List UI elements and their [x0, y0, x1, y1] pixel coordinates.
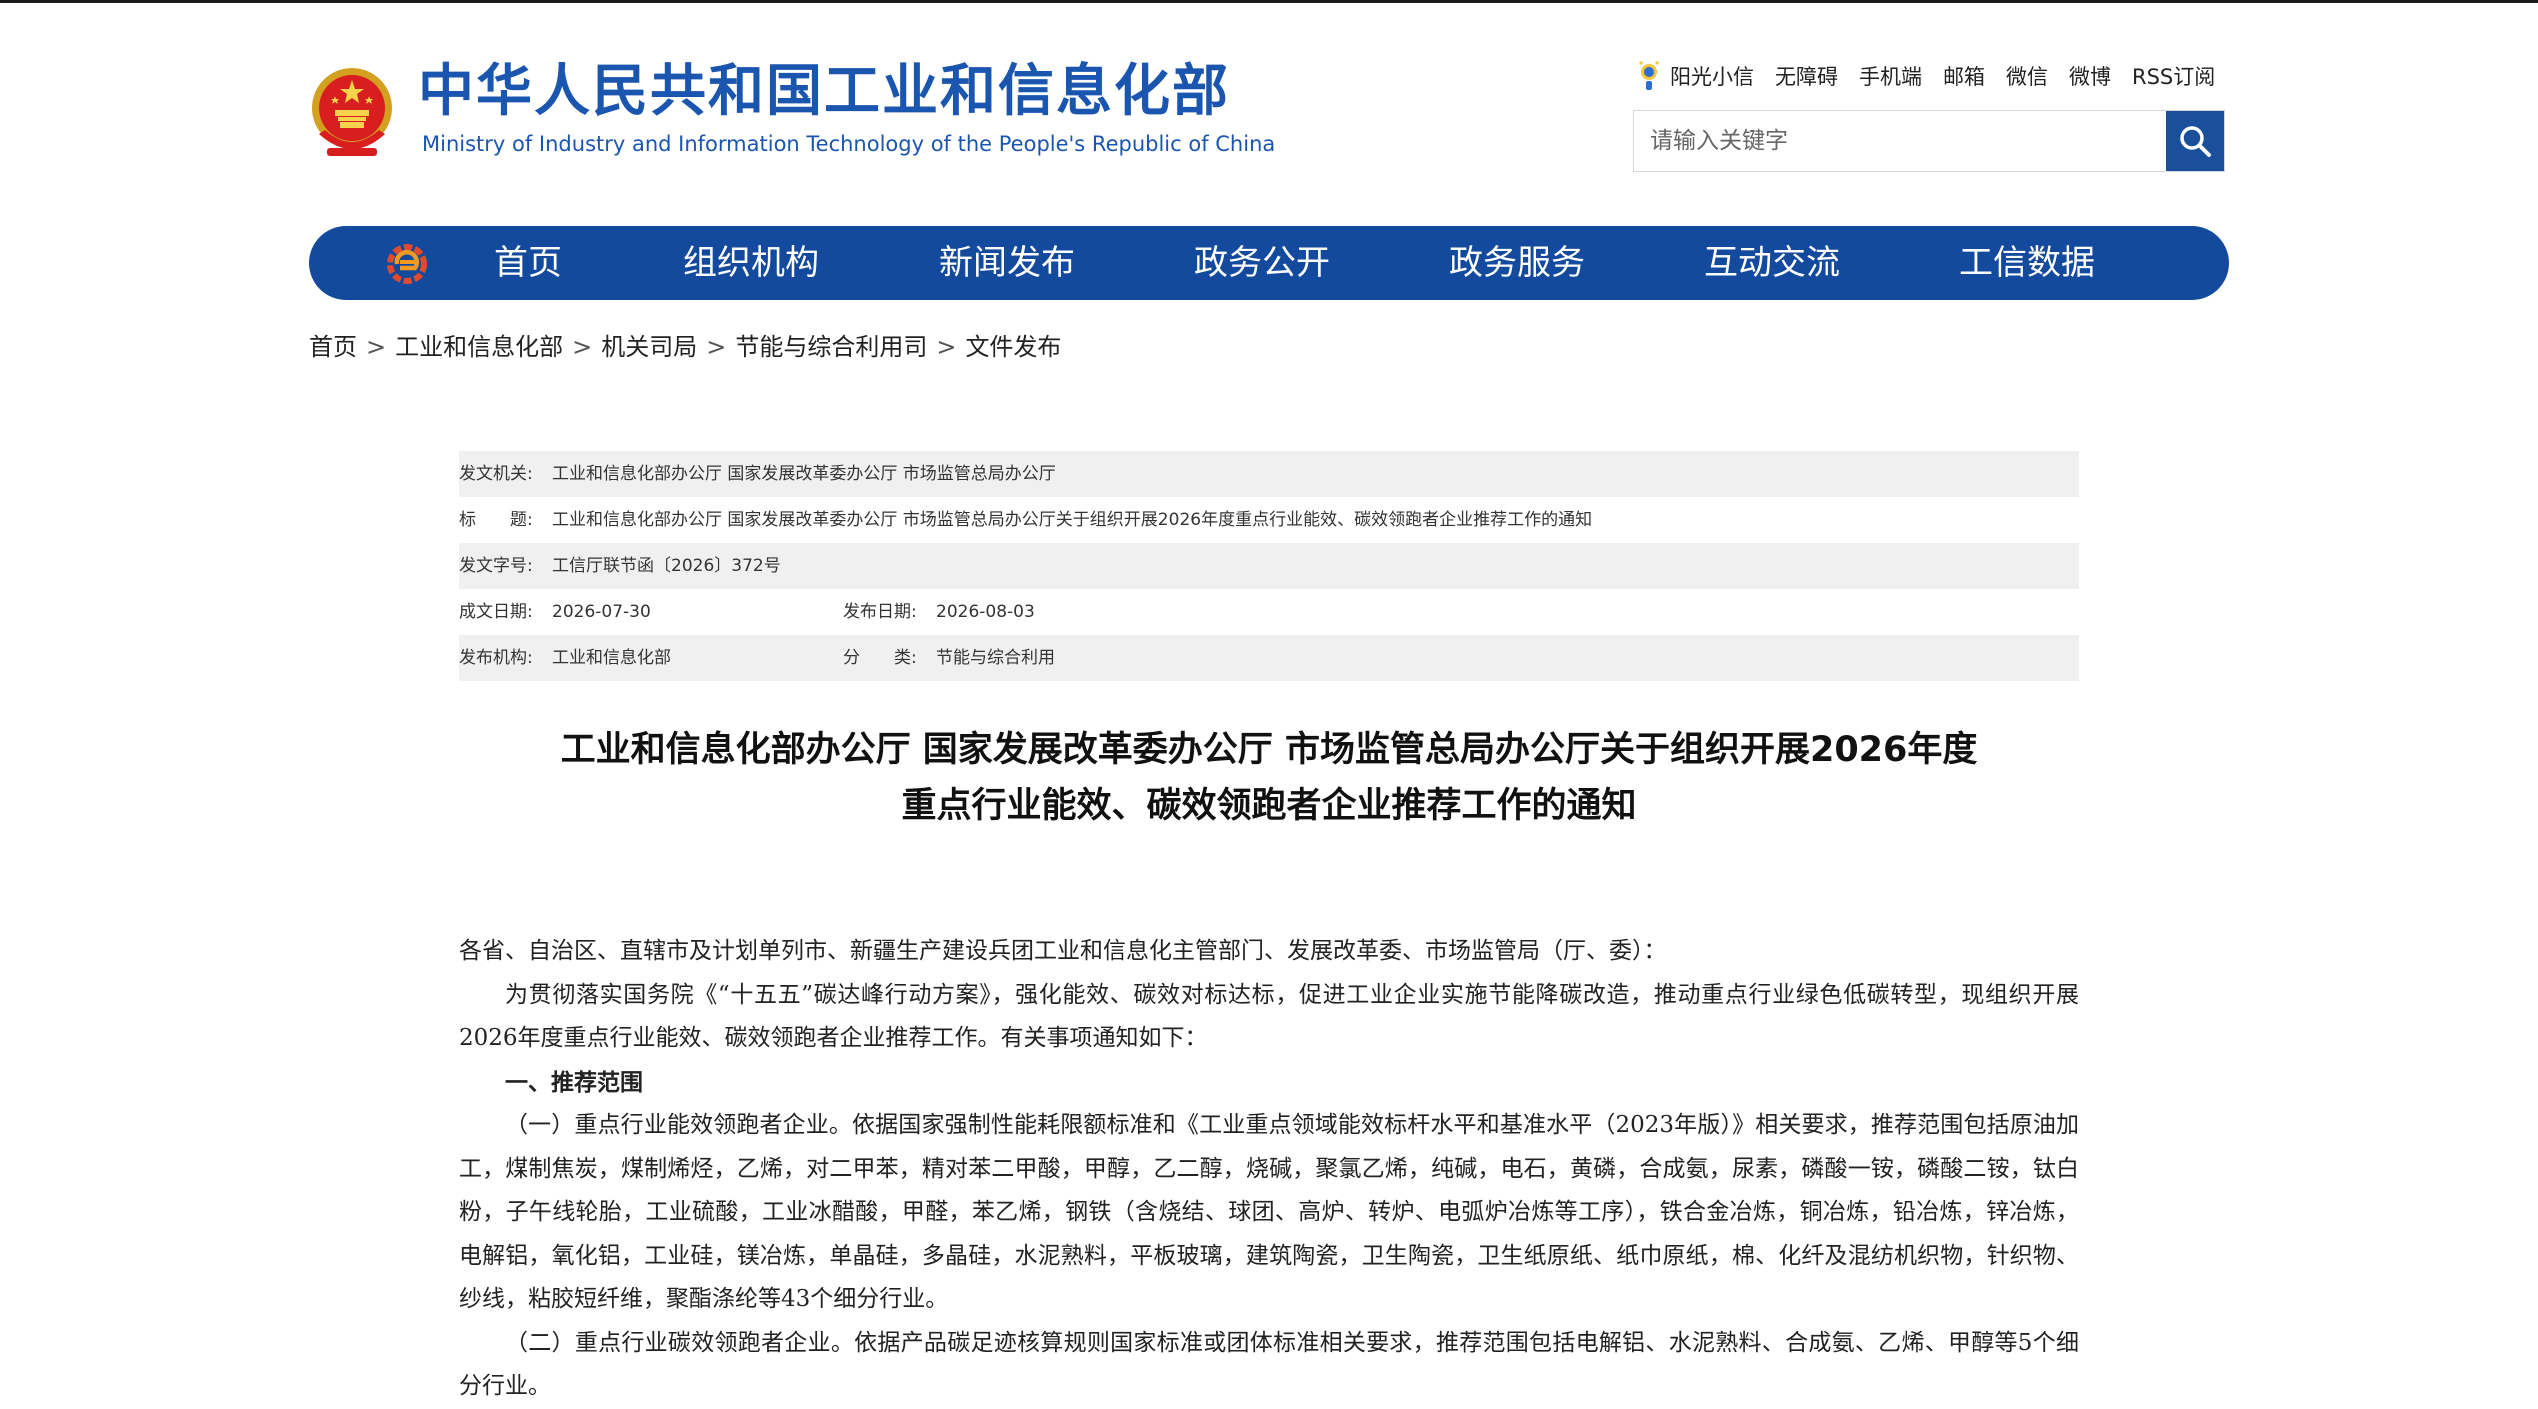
- util-link-wechat[interactable]: 微信: [2006, 61, 2048, 91]
- meta-row-doc-no: 发文字号: 工信厅联节函〔2026〕372号: [459, 543, 2079, 589]
- breadcrumb-departments[interactable]: 机关司局: [601, 333, 697, 361]
- util-link-sunshine[interactable]: 阳光小信: [1670, 61, 1754, 91]
- intro-paragraph: 为贯彻落实国务院《“十五五”碳达峰行动方案》，强化能效、碳效对标达标，促进工业企…: [459, 981, 2079, 1052]
- breadcrumb-separator: >: [936, 333, 957, 361]
- nav-item-services[interactable]: 政务服务: [1449, 226, 1585, 300]
- nav-item-news[interactable]: 新闻发布: [939, 226, 1075, 300]
- search-input[interactable]: [1634, 111, 2196, 171]
- meta-label: 发文字号:: [459, 556, 533, 576]
- breadcrumb-home[interactable]: 首页: [309, 333, 357, 361]
- breadcrumb-separator: >: [706, 333, 727, 361]
- meta-value-written-date: 2026-07-30: [552, 602, 651, 622]
- breadcrumb: 首页 > 工业和信息化部 > 机关司局 > 节能与综合利用司 > 文件发布: [309, 332, 1061, 362]
- search-icon: [2180, 126, 2211, 157]
- breadcrumb-separator: >: [366, 333, 387, 361]
- meta-value-category: 节能与综合利用: [936, 648, 1055, 668]
- body-paragraph: （一）重点行业能效领跑者企业。依据国家强制性能耗限额标准和《工业重点领域能效标杆…: [459, 1112, 2079, 1312]
- meta-value-org: 工业和信息化部: [552, 648, 671, 668]
- util-link-rss[interactable]: RSS订阅: [2132, 61, 2215, 91]
- nav-item-interaction[interactable]: 互动交流: [1704, 226, 1840, 300]
- nav-item-public-affairs[interactable]: 政务公开: [1194, 226, 1330, 300]
- breadcrumb-separator: >: [572, 333, 593, 361]
- site-title-en[interactable]: Ministry of Industry and Information Tec…: [422, 134, 1275, 155]
- util-link-accessibility[interactable]: 无障碍: [1775, 61, 1838, 91]
- sun-mascot-icon: [1639, 61, 1659, 90]
- nav-logo-icon[interactable]: [381, 240, 433, 288]
- document-title-line: 工业和信息化部办公厅 国家发展改革委办公厅 市场监管总局办公厅关于组织开展202…: [560, 730, 1978, 770]
- document-title-line: 重点行业能效、碳效领跑者企业推荐工作的通知: [901, 786, 1637, 826]
- body-paragraph: （二）重点行业碳效领跑者企业。依据产品碳足迹核算规则国家标准或团体标准相关要求，…: [459, 1329, 2079, 1400]
- meta-label: 发布机构:: [459, 648, 533, 668]
- util-link-mail[interactable]: 邮箱: [1943, 61, 1985, 91]
- nav-item-data[interactable]: 工信数据: [1959, 226, 2095, 300]
- nav-item-organization[interactable]: 组织机构: [683, 226, 819, 300]
- meta-label: 发文机关:: [459, 464, 533, 484]
- meta-value-published-date: 2026-08-03: [936, 602, 1035, 622]
- meta-label: 标 题:: [459, 510, 533, 530]
- meta-label: 成文日期:: [459, 602, 533, 622]
- meta-value-doc-no: 工信厅联节函〔2026〕372号: [552, 556, 781, 576]
- site-title-cn[interactable]: 中华人民共和国工业和信息化部: [418, 64, 1230, 120]
- meta-row-dates: 成文日期: 2026-07-30 发布日期: 2026-08-03: [459, 589, 2079, 635]
- document-meta-table: 发文机关: 工业和信息化部办公厅 国家发展改革委办公厅 市场监管总局办公厅 标 …: [459, 451, 2079, 681]
- breadcrumb-ministry[interactable]: 工业和信息化部: [395, 333, 563, 361]
- util-link-mobile[interactable]: 手机端: [1859, 61, 1922, 91]
- meta-label: 发布日期:: [843, 602, 917, 622]
- section-heading: 一、推荐范围: [505, 1068, 643, 1096]
- search-box: [1633, 110, 2225, 172]
- meta-value-issuer: 工业和信息化部办公厅 国家发展改革委办公厅 市场监管总局办公厅: [552, 464, 1056, 484]
- utility-bar: 阳光小信 无障碍 手机端 邮箱 微信 微博 RSS订阅: [1636, 58, 2215, 94]
- top-rule: [0, 0, 2538, 3]
- meta-value-title: 工业和信息化部办公厅 国家发展改革委办公厅 市场监管总局办公厅关于组织开展202…: [552, 510, 1593, 530]
- document-title: 工业和信息化部办公厅 国家发展改革委办公厅 市场监管总局办公厅关于组织开展202…: [459, 722, 2079, 834]
- national-emblem-icon: [312, 68, 392, 156]
- meta-label: 分 类:: [843, 648, 917, 668]
- breadcrumb-documents[interactable]: 文件发布: [965, 333, 1061, 361]
- nav-item-home[interactable]: 首页: [494, 226, 562, 300]
- document-body: 各省、自治区、直辖市及计划单列市、新疆生产建设兵团工业和信息化主管部门、发展改革…: [459, 930, 2079, 1409]
- search-button[interactable]: [2166, 111, 2224, 171]
- meta-row-issuer: 发文机关: 工业和信息化部办公厅 国家发展改革委办公厅 市场监管总局办公厅: [459, 451, 2079, 497]
- main-nav: 首页 组织机构 新闻发布 政务公开 政务服务 互动交流 工信数据: [309, 226, 2229, 300]
- meta-row-title: 标 题: 工业和信息化部办公厅 国家发展改革委办公厅 市场监管总局办公厅关于组织…: [459, 497, 2079, 543]
- salutation: 各省、自治区、直辖市及计划单列市、新疆生产建设兵团工业和信息化主管部门、发展改革…: [459, 938, 1667, 964]
- util-link-weibo[interactable]: 微博: [2069, 61, 2111, 91]
- breadcrumb-energy-dept[interactable]: 节能与综合利用司: [735, 333, 927, 361]
- meta-row-org: 发布机构: 工业和信息化部 分 类: 节能与综合利用: [459, 635, 2079, 681]
